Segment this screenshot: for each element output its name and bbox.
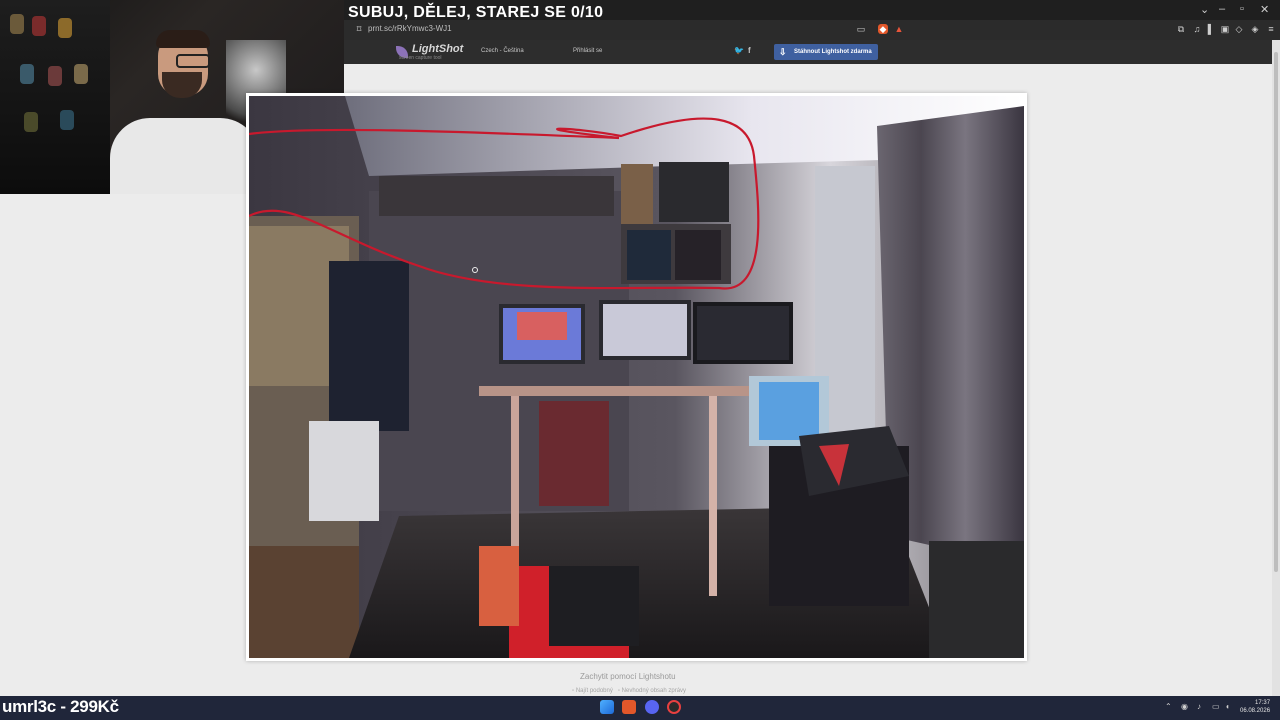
lightshot-tagline: screen capture tool bbox=[399, 55, 442, 61]
facebook-icon[interactable]: f bbox=[748, 46, 751, 55]
obs-icon[interactable] bbox=[667, 700, 681, 714]
scroll-thumb[interactable] bbox=[1274, 52, 1278, 572]
wallet-icon[interactable]: ◇ bbox=[1234, 24, 1244, 34]
microphone-icon[interactable]: ♪ bbox=[1197, 702, 1201, 711]
close-icon[interactable]: ✕ bbox=[1260, 3, 1269, 16]
room-photo bbox=[249, 96, 1024, 658]
screenshot-image[interactable] bbox=[249, 96, 1024, 658]
maximize-icon[interactable]: ▫ bbox=[1240, 3, 1244, 15]
volume-icon[interactable]: ◖ bbox=[1225, 702, 1230, 711]
streamer bbox=[110, 30, 260, 194]
promo-code-text: umrl3c - 299Kč bbox=[2, 697, 119, 716]
monitor-icon[interactable]: ▭ bbox=[1212, 702, 1220, 711]
music-icon[interactable]: ♫ bbox=[1192, 24, 1202, 34]
clock[interactable]: 17:37 06.08.2026 bbox=[1240, 699, 1270, 715]
windows-start-icon[interactable] bbox=[600, 700, 614, 714]
chevron-down-icon[interactable]: ⌄ bbox=[1200, 3, 1209, 16]
bookmark-icon[interactable]: ⌑ bbox=[354, 24, 364, 34]
menu-icon[interactable]: ≡ bbox=[1266, 24, 1276, 34]
network-icon[interactable]: ◉ bbox=[1181, 702, 1188, 711]
find-similar-link[interactable]: Najít podobný bbox=[576, 688, 613, 694]
minimize-icon[interactable]: – bbox=[1219, 3, 1225, 15]
taskbar: umrl3c - 299Kč ⌃ ◉ ♪ ▭ ◖ 17:37 06.08.202… bbox=[0, 696, 1280, 720]
url-field[interactable]: prnt.sc/rRkYmwc3-WJ1 bbox=[368, 24, 452, 33]
download-label: Stáhnout Lightshot zdarma bbox=[794, 49, 872, 55]
brave-shield-icon[interactable]: ◆ bbox=[878, 24, 888, 34]
brave-browser-icon[interactable] bbox=[622, 700, 636, 714]
cast-icon[interactable]: ▭ bbox=[856, 24, 866, 34]
lightshot-logo[interactable]: LightShot bbox=[412, 43, 463, 55]
flag-icon: ▫ bbox=[617, 688, 620, 694]
login-link[interactable]: Přihlásit se bbox=[573, 48, 602, 54]
language-select[interactable]: Czech - Čeština bbox=[481, 48, 524, 54]
screenshot-links: ▫ Najít podobný ▫ Nevhodný obsah zprávy bbox=[572, 688, 686, 694]
wallet-icon[interactable]: ▣ bbox=[1220, 24, 1230, 34]
report-link[interactable]: Nevhodný obsah zprávy bbox=[622, 688, 686, 694]
chevron-up-icon[interactable]: ⌃ bbox=[1165, 702, 1172, 711]
sidebar-icon[interactable]: ▌ bbox=[1206, 24, 1216, 34]
flag-icon: ▫ bbox=[572, 688, 575, 694]
download-icon: ⇩ bbox=[779, 47, 787, 57]
discord-icon[interactable] bbox=[645, 700, 659, 714]
address-bar[interactable]: ⌑ prnt.sc/rRkYmwc3-WJ1 ▭ ◆ ▲ ⧉ ♫ ▌ ▣ ◇ ◈… bbox=[344, 20, 1280, 40]
vpn-icon[interactable]: ◈ bbox=[1250, 24, 1260, 34]
lightshot-header: LightShot screen capture tool Czech - Če… bbox=[344, 40, 1280, 64]
extension-icon[interactable]: ⧉ bbox=[1176, 24, 1186, 34]
scrollbar[interactable] bbox=[1272, 40, 1280, 696]
webcam-shelf bbox=[0, 0, 110, 194]
download-button[interactable]: ⇩ Stáhnout Lightshot zdarma bbox=[774, 44, 878, 60]
screenshot-footer[interactable]: Zachytit pomocí Lightshotu bbox=[580, 672, 676, 681]
alert-icon[interactable]: ▲ bbox=[894, 24, 904, 34]
twitter-icon[interactable]: 🐦 bbox=[734, 46, 744, 55]
clock-time: 17:37 bbox=[1255, 700, 1271, 706]
clock-date: 06.08.2026 bbox=[1240, 708, 1271, 714]
screenshot-frame bbox=[246, 93, 1027, 661]
